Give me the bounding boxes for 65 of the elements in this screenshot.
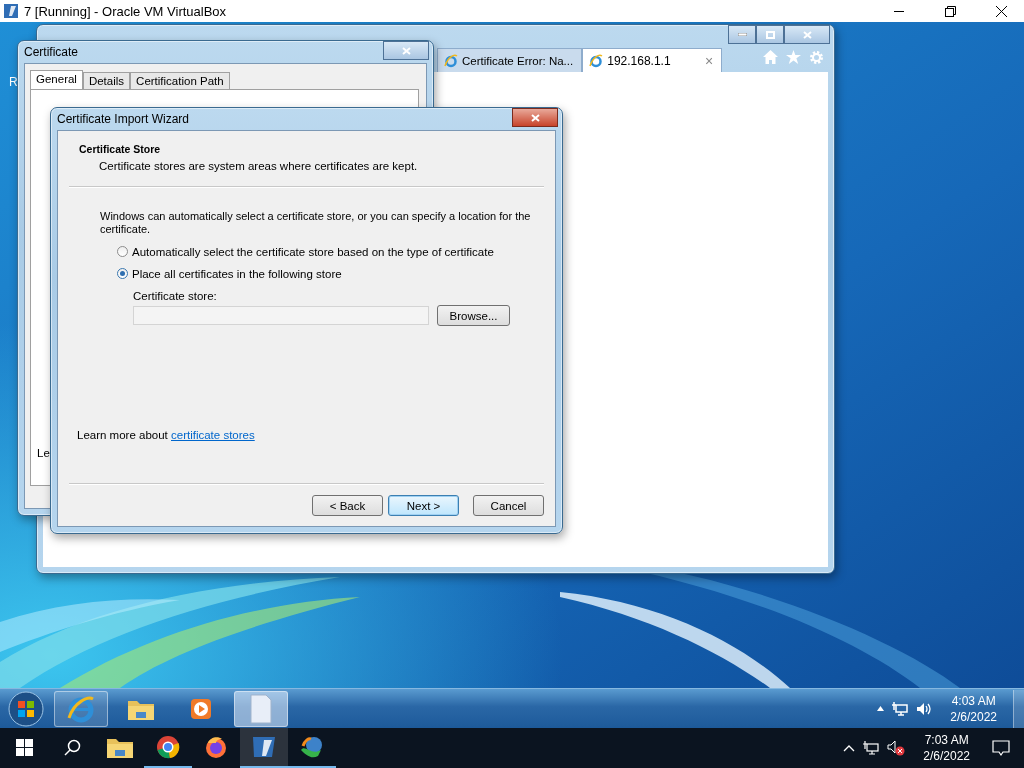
close-icon (802, 30, 812, 39)
dialog-button[interactable]: Next > (388, 495, 459, 516)
help-link[interactable]: certificate stores (171, 429, 255, 441)
network-icon[interactable] (863, 741, 880, 755)
minimize-icon[interactable] (894, 10, 904, 12)
window-title: Certificate (24, 45, 80, 59)
dialog-tab[interactable]: General (30, 70, 83, 90)
notification-icon[interactable] (992, 739, 1010, 757)
firefox-icon (204, 735, 228, 759)
volume-icon[interactable] (916, 701, 933, 716)
virtualbox-icon (250, 734, 278, 760)
taskbar-button[interactable] (240, 728, 288, 768)
intro-text: Windows can automatically select a certificate store, or you can specify a location for the certificate. (100, 210, 532, 236)
maximize-button[interactable] (756, 25, 784, 44)
minimize-button[interactable] (728, 25, 756, 44)
show-desktop-button[interactable] (1013, 689, 1024, 728)
globe-arrow-icon (299, 734, 325, 760)
radio-button[interactable] (117, 268, 128, 279)
close-icon[interactable] (995, 5, 1007, 17)
radio-label[interactable]: Automatically select the certificate store based on the type of certificate (132, 245, 494, 258)
document-icon (249, 693, 273, 724)
page-heading: Certificate Store (79, 143, 162, 155)
caret-icon[interactable] (843, 744, 856, 752)
tab-title: 192.168.1.1 (607, 53, 671, 68)
minimize-icon (737, 33, 747, 36)
virtualbox-icon (3, 3, 19, 19)
browser-tab[interactable]: 192.168.1.1 × (582, 48, 723, 72)
muted-volume-icon[interactable] (887, 740, 906, 756)
chrome-icon (156, 735, 180, 759)
windows-icon (15, 738, 33, 756)
body-text: Le (37, 447, 51, 459)
tab-title: Certificate Error: Na... (462, 54, 574, 67)
close-icon (530, 113, 540, 122)
browser-icon (589, 53, 604, 68)
window-title: 7 [Running] - Oracle VM VirtualBox (24, 3, 228, 19)
restore-icon[interactable] (944, 5, 956, 17)
close-button[interactable] (383, 41, 429, 60)
dialog-tab[interactable]: Certification Path (130, 72, 230, 89)
clock[interactable]: 7:03 AM 2/6/2022 (923, 732, 970, 764)
browser-tab[interactable]: Certificate Error: Na... (437, 48, 583, 72)
browser-icon (444, 53, 458, 68)
close-icon (401, 46, 411, 55)
clock[interactable]: 4:03 AM 2/6/2022 (950, 692, 997, 725)
close-button[interactable] (784, 25, 830, 44)
close-button[interactable] (512, 108, 558, 127)
maximize-icon (765, 30, 775, 39)
window-title: Certificate Import Wizard (57, 112, 191, 126)
radio-label[interactable]: Place all certificates in the following store (132, 267, 342, 280)
field-label: Certificate store: (133, 290, 218, 302)
play-icon (189, 696, 213, 721)
start-button[interactable] (8, 690, 44, 727)
dialog-button[interactable]: Cancel (473, 495, 544, 516)
radio-button[interactable] (117, 246, 128, 257)
dialog-tab[interactable]: Details (82, 72, 131, 89)
star-icon[interactable] (786, 50, 801, 64)
desktop-icon-label: R (9, 75, 18, 89)
dialog-button[interactable]: < Back (312, 495, 383, 516)
caret-icon[interactable] (877, 706, 885, 711)
search-icon (63, 738, 81, 756)
help-text: Learn more about certificate stores (77, 429, 256, 441)
tab-close-button[interactable]: × (705, 52, 714, 69)
page-subtitle: Certificate stores are system areas where certificates are kept. (98, 160, 419, 172)
browse-button[interactable]: Browse... (437, 305, 510, 326)
input-field[interactable] (133, 306, 429, 325)
network-icon[interactable] (892, 701, 909, 716)
